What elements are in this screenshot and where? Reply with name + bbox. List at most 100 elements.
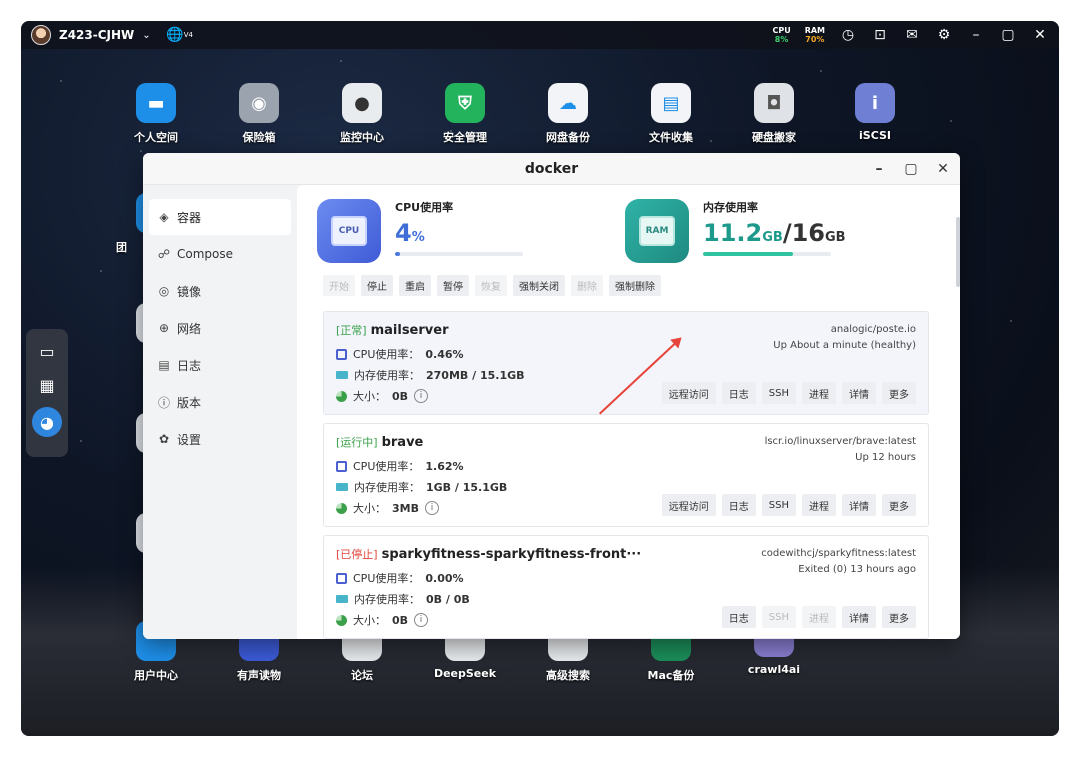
logs-button[interactable]: 日志 [721, 606, 756, 628]
logs-button[interactable]: 日志 [721, 382, 756, 404]
sidebar-item-containers[interactable]: ◈ 容器 [149, 199, 291, 235]
sidebar-item-version[interactable]: ⓘ 版本 [149, 384, 291, 420]
mail-icon[interactable]: ✉ [903, 26, 921, 44]
info-icon[interactable]: i [414, 613, 429, 627]
container-cpu-row: CPU使用率： 0.00% [336, 570, 464, 586]
container-status: [已停止] [336, 548, 378, 561]
container-card-sparkyfitness[interactable]: [已停止] sparkyfitness-sparkyfitness-front··… [323, 535, 929, 639]
resource-stats: CPU CPU使用率 4% RAM 内存使用率 11.2GB/16GB [317, 197, 937, 267]
container-buttons: 远程访问 日志 SSH 进程 详情 更多 [661, 382, 916, 404]
sidebar-item-label: 网络 [177, 321, 202, 336]
desktop-app-disk-move[interactable]: ◘ 硬盘搬家 [734, 83, 814, 145]
container-buttons: 日志 SSH 进程 详情 更多 [721, 606, 916, 628]
info-icon[interactable]: i [424, 501, 439, 515]
container-name: mailserver [370, 323, 449, 338]
window-minimize-icon[interactable]: – [870, 161, 888, 177]
cpu-chip-icon: CPU [317, 199, 381, 263]
ssh-button[interactable]: SSH [761, 606, 796, 628]
gear-icon[interactable]: ⚙ [935, 26, 953, 44]
container-mem-row: 内存使用率： 1GB / 15.1GB [336, 479, 507, 495]
process-button[interactable]: 进程 [802, 382, 836, 404]
container-image: codewithcj/sparkyfitness:latest [761, 548, 916, 559]
remote-access-button[interactable]: 远程访问 [661, 494, 716, 516]
cpu-meter[interactable]: CPU 8% [772, 26, 790, 44]
speedometer-icon[interactable]: ◷ [839, 26, 857, 44]
network-globe-icon[interactable]: 🌐 V4 [166, 26, 193, 44]
cloud-download-icon: ☁ [548, 83, 588, 123]
minimize-icon[interactable]: – [967, 26, 985, 44]
desktop-app-iscsi[interactable]: i iSCSI [835, 83, 915, 142]
chevron-down-icon[interactable]: ⌄ [142, 30, 150, 41]
maximize-icon[interactable]: ▢ [999, 26, 1017, 44]
inbox-icon: ▤ [651, 83, 691, 123]
gear-icon: ✿ [158, 432, 170, 446]
details-button[interactable]: 详情 [842, 606, 876, 628]
hostname[interactable]: Z423-CJHW [59, 28, 134, 42]
download-tasks-icon[interactable]: ⊡ [871, 26, 889, 44]
start-button[interactable]: 开始 [323, 275, 355, 296]
window-title: docker [524, 160, 579, 177]
details-button[interactable]: 详情 [842, 382, 876, 404]
sidebar-item-logs[interactable]: ▤ 日志 [149, 347, 291, 383]
sidebar-item-network[interactable]: ⊕ 网络 [149, 310, 291, 346]
stop-button[interactable]: 停止 [361, 275, 393, 296]
main-scrollbar[interactable] [956, 217, 960, 287]
ram-meter[interactable]: RAM 70% [805, 26, 825, 44]
close-icon[interactable]: ✕ [1031, 26, 1049, 44]
desktop-app-monitor[interactable]: ● 监控中心 [322, 83, 402, 145]
more-button[interactable]: 更多 [882, 382, 916, 404]
window-maximize-icon[interactable]: ▢ [902, 161, 920, 177]
container-image: lscr.io/linuxserver/brave:latest [764, 436, 916, 447]
docker-whale-icon[interactable]: ◕ [32, 407, 62, 437]
container-uptime: Up About a minute (healthy) [773, 340, 916, 351]
monitor-icon[interactable]: ▭ [35, 339, 59, 363]
info-icon: i [855, 83, 895, 123]
app-grid-icon[interactable]: ▦ [35, 373, 59, 397]
ram-usage-stat: RAM 内存使用率 11.2GB/16GB [625, 197, 875, 267]
docker-window: docker – ▢ ✕ ◈ 容器 ☍ Compose ◎ 镜像 ⊕ 网络 ▤ 日志 ⓘ 版… [143, 153, 960, 639]
sidebar-item-label: 日志 [177, 358, 202, 373]
process-button[interactable]: 进程 [802, 494, 836, 516]
details-button[interactable]: 详情 [842, 494, 876, 516]
sidebar-item-settings[interactable]: ✿ 设置 [149, 421, 291, 457]
ram-usage-bar-fill [703, 252, 793, 256]
desktop-app-cloud-backup[interactable]: ☁ 网盘备份 [528, 83, 608, 145]
more-button[interactable]: 更多 [882, 494, 916, 516]
desktop-app-security[interactable]: ⛨ 安全管理 [425, 83, 505, 145]
container-cpu-row: CPU使用率： 1.62% [336, 458, 464, 474]
container-uptime: Up 12 hours [855, 452, 916, 463]
camera-icon: ● [342, 83, 382, 123]
delete-button[interactable]: 删除 [571, 275, 603, 296]
desktop-app-file-collect[interactable]: ▤ 文件收集 [631, 83, 711, 145]
sidebar-item-compose[interactable]: ☍ Compose [149, 236, 291, 272]
hard-disk-icon: ◘ [754, 83, 794, 123]
pause-button[interactable]: 暂停 [437, 275, 469, 296]
window-close-icon[interactable]: ✕ [934, 161, 952, 177]
desktop-app-safe[interactable]: ◉ 保险箱 [219, 83, 299, 145]
system-topbar: Z423-CJHW ⌄ 🌐 V4 CPU 8% RAM 70% ◷ ⊡ ✉ ⚙ –… [21, 21, 1059, 49]
info-icon[interactable]: i [414, 389, 429, 403]
force-stop-button[interactable]: 强制关闭 [513, 275, 565, 296]
ssh-button[interactable]: SSH [761, 382, 796, 404]
sidebar-item-images[interactable]: ◎ 镜像 [149, 273, 291, 309]
desktop-app-personal-space[interactable]: ▬ 个人空间 [116, 83, 196, 145]
side-dock: ▭ ▦ ◕ [26, 329, 68, 457]
remote-access-button[interactable]: 远程访问 [661, 382, 716, 404]
resume-button[interactable]: 恢复 [475, 275, 507, 296]
process-button[interactable]: 进程 [802, 606, 836, 628]
docker-main-panel: CPU CPU使用率 4% RAM 内存使用率 11.2GB/16GB 开始 停… [297, 185, 960, 639]
memory-icon [336, 595, 348, 603]
safe-icon: ◉ [239, 83, 279, 123]
logs-button[interactable]: 日志 [721, 494, 756, 516]
container-card-brave[interactable]: [运行中] brave lscr.io/linuxserver/brave:lat… [323, 423, 929, 527]
container-card-mailserver[interactable]: [正常] mailserver analogic/poste.io Up Abou… [323, 311, 929, 415]
container-cpu-row: CPU使用率： 0.46% [336, 346, 464, 362]
window-titlebar[interactable]: docker – ▢ ✕ [143, 153, 960, 185]
network-icon: ⊕ [158, 321, 170, 335]
force-delete-button[interactable]: 强制删除 [609, 275, 661, 296]
ssh-button[interactable]: SSH [761, 494, 796, 516]
user-avatar[interactable] [31, 25, 51, 45]
more-button[interactable]: 更多 [882, 606, 916, 628]
container-list: [正常] mailserver analogic/poste.io Up Abou… [323, 311, 929, 639]
restart-button[interactable]: 重启 [399, 275, 431, 296]
